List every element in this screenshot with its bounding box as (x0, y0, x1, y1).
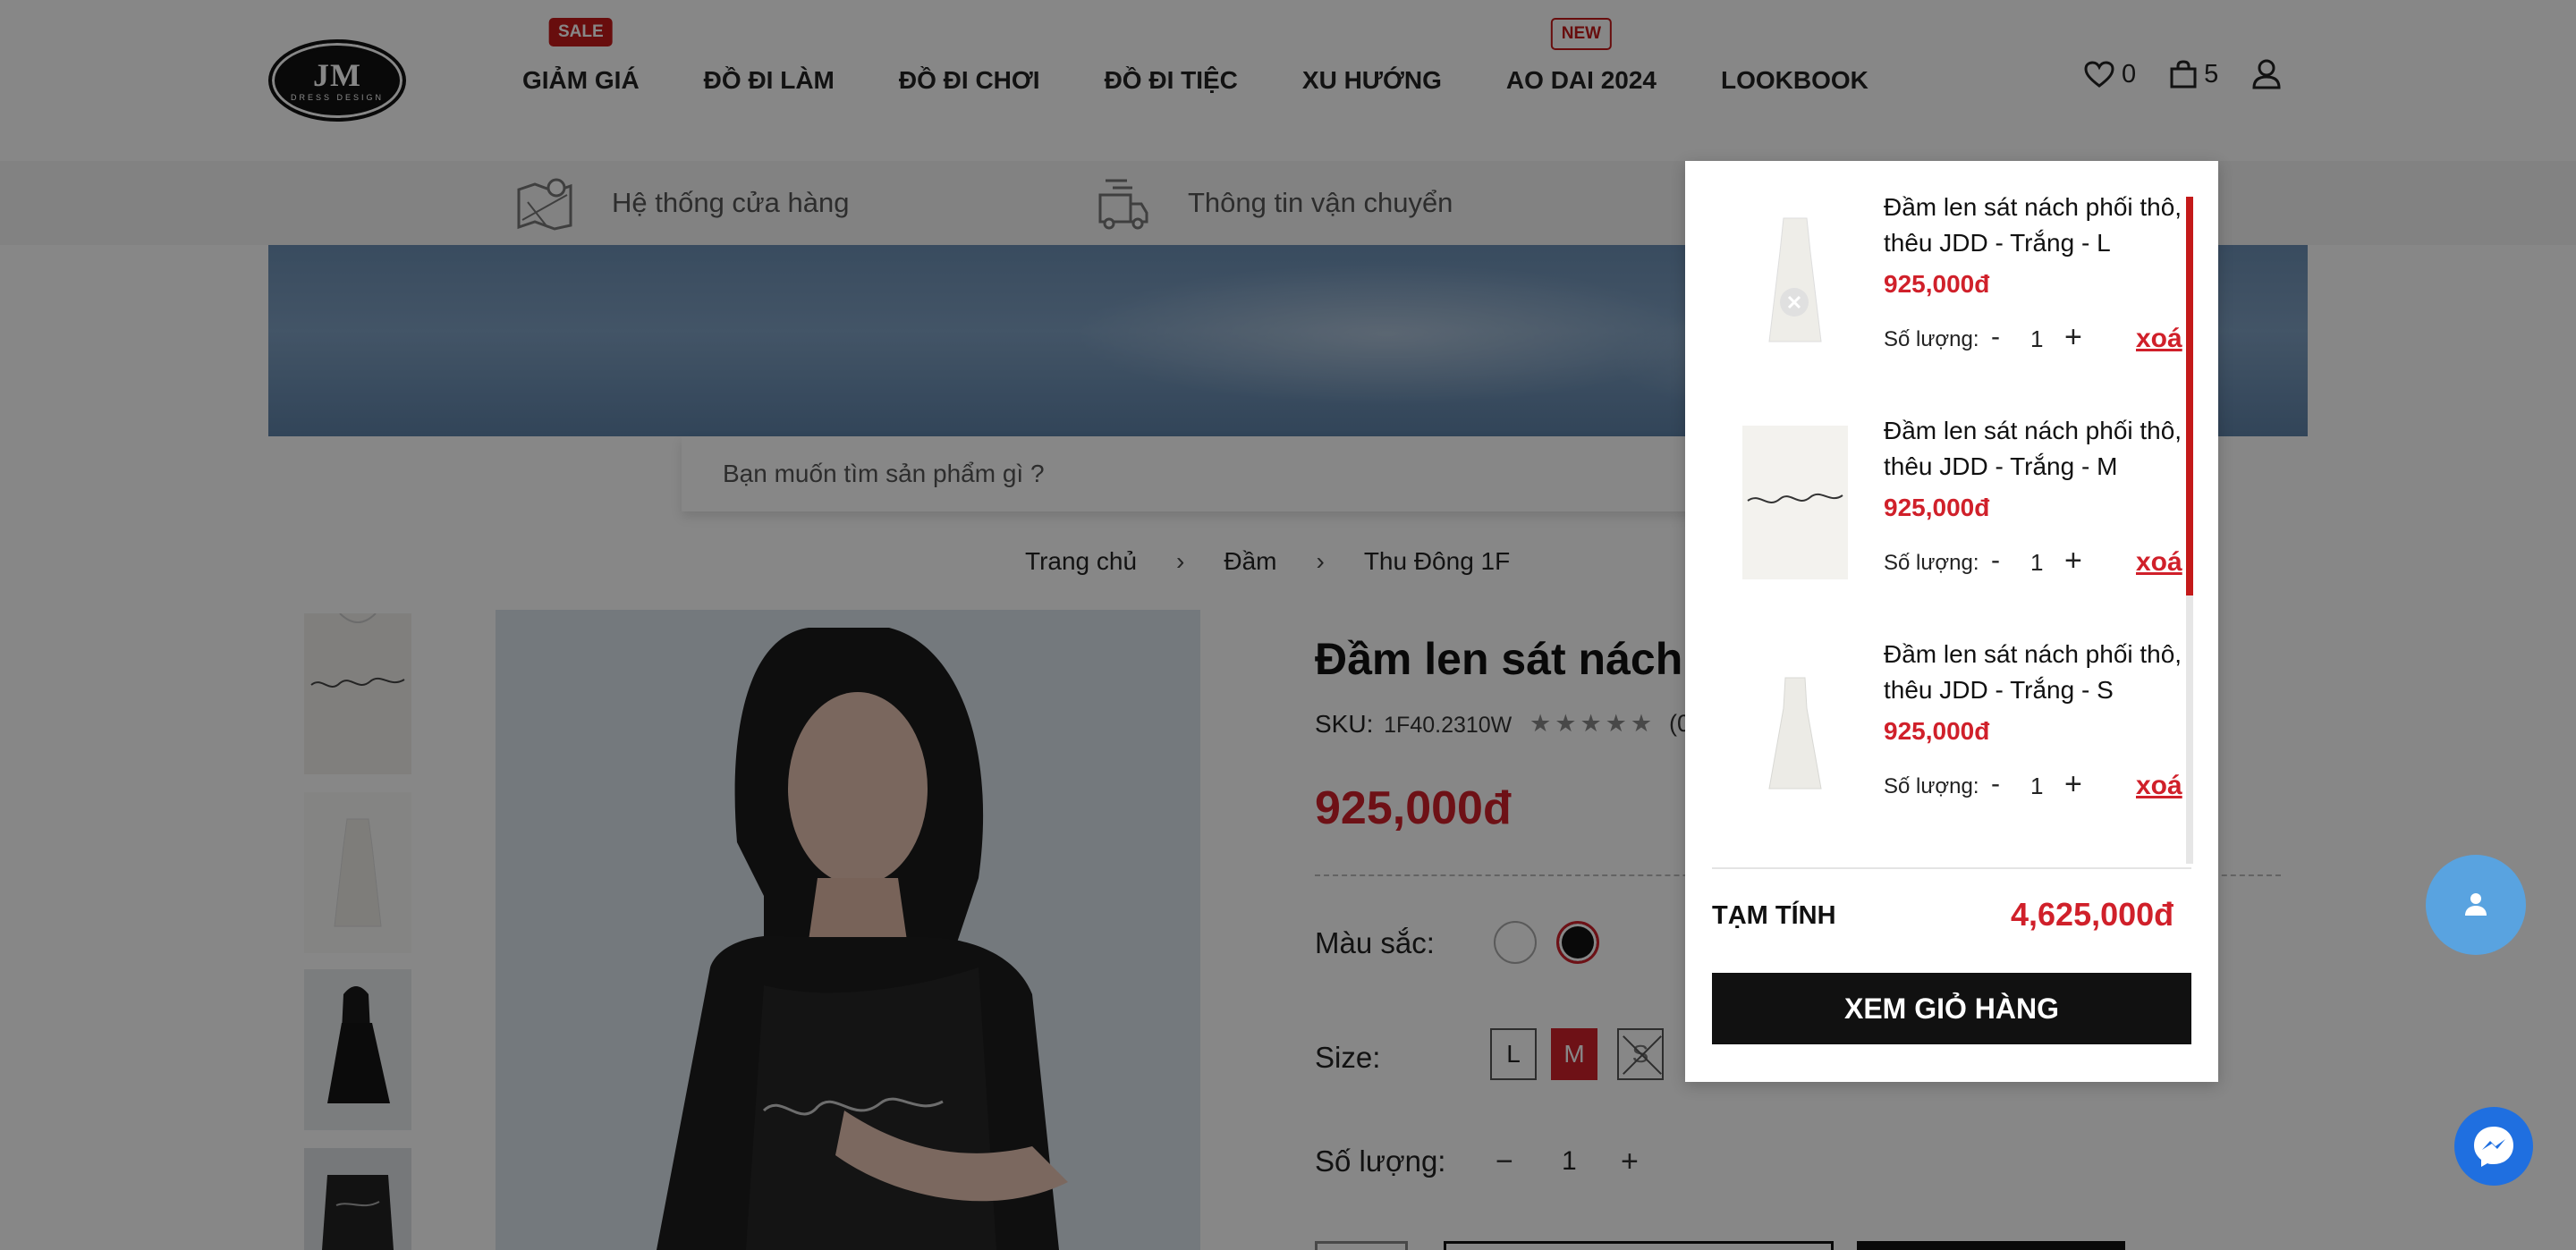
cart-item: Đầm len sát nách phối thô, thêu JDD - Tr… (1712, 621, 2195, 826)
white-dress-embroidery-image (1742, 426, 1848, 579)
cart-item-name[interactable]: Đầm len sát nách phối thô, thêu JDD - Tr… (1884, 637, 2197, 708)
cart-item: Đầm len sát nách phối thô, thêu JDD - Tr… (1712, 397, 2195, 603)
cart-remove-link[interactable]: xoá (2136, 771, 2182, 801)
person-icon (2465, 893, 2487, 916)
view-cart-button[interactable]: XEM GIỎ HÀNG (1712, 973, 2191, 1044)
cart-scrollbar-thumb[interactable] (2186, 197, 2193, 595)
cart-qty-value: 1 (2030, 773, 2044, 799)
white-dress-image (1768, 217, 1822, 342)
cart-qty-value: 1 (2030, 549, 2044, 576)
messenger-icon (2474, 1127, 2513, 1167)
cart-item-price: 925,000đ (1884, 270, 1990, 298)
cart-qty-label: Số lượng: (1884, 774, 1979, 798)
cart-qty-value: 1 (2030, 325, 2044, 352)
cart-qty-decrease[interactable]: - (1991, 322, 2000, 352)
cart-remove-link[interactable]: xoá (2136, 324, 2182, 354)
subtotal-value: 4,625,000đ (2011, 896, 2174, 933)
cart-item: Đầm len sát nách phối thô, thêu JDD - Tr… (1712, 173, 2195, 379)
cart-divider (1712, 867, 2191, 869)
cart-item-image[interactable] (1739, 422, 1852, 583)
mini-cart-dropdown: Đầm len sát nách phối thô, thêu JDD - Tr… (1685, 161, 2218, 1082)
cart-qty-decrease[interactable]: - (1991, 545, 2000, 576)
cart-qty-label: Số lượng: (1884, 551, 1979, 575)
messenger-float-button[interactable] (2454, 1107, 2533, 1186)
cart-item-name[interactable]: Đầm len sát nách phối thô, thêu JDD - Tr… (1884, 413, 2197, 485)
cart-item-price: 925,000đ (1884, 494, 1990, 521)
cart-qty-increase[interactable]: + (2064, 320, 2082, 355)
cart-qty-decrease[interactable]: - (1991, 769, 2000, 799)
cart-item-price: 925,000đ (1884, 717, 1990, 745)
white-dress-image (1768, 677, 1822, 790)
cart-qty-label: Số lượng: (1884, 327, 1979, 351)
cart-qty-increase[interactable]: + (2064, 767, 2082, 802)
subtotal-label: TẠM TÍNH (1712, 901, 1836, 930)
contact-float-button[interactable] (2426, 855, 2526, 955)
cart-item-image[interactable] (1739, 198, 1852, 359)
cart-item-image[interactable] (1739, 646, 1852, 807)
cart-qty-increase[interactable]: + (2064, 544, 2082, 579)
cart-remove-link[interactable]: xoá (2136, 547, 2182, 578)
cart-item-name[interactable]: Đầm len sát nách phối thô, thêu JDD - Tr… (1884, 190, 2197, 261)
